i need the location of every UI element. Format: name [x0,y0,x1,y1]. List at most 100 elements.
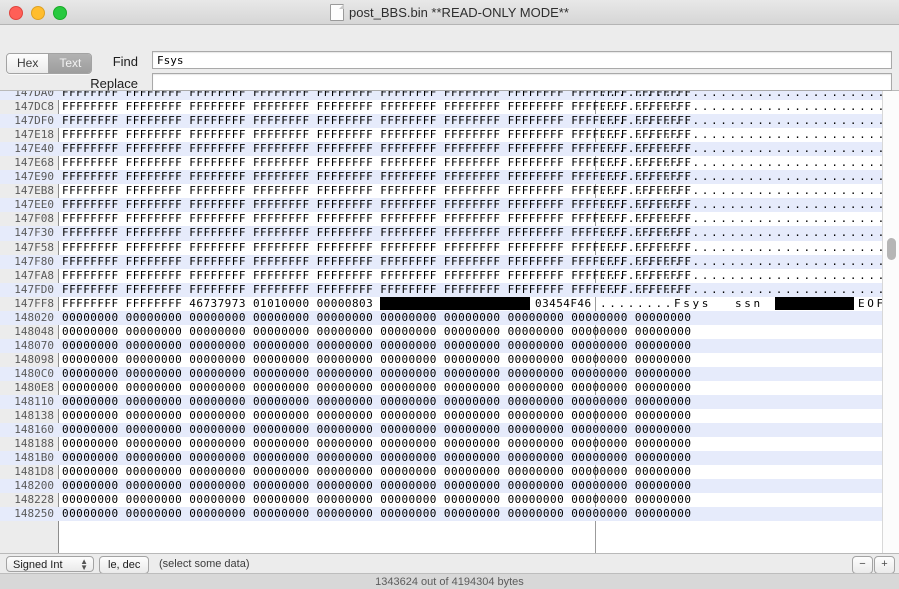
hex-row[interactable]: 147F80 FFFFFFFF FFFFFFFF FFFFFFFF FFFFFFF… [0,254,899,269]
hex-row[interactable]: 148188 00000000 00000000 00000000 0000000… [0,437,899,451]
hex-row[interactable]: 147E18 FFFFFFFF FFFFFFFF FFFFFFFF FFFFFFF… [0,128,899,142]
row-hex-bytes[interactable]: 00000000 00000000 00000000 00000000 0000… [62,507,691,521]
hex-row[interactable]: 1481D8 00000000 00000000 00000000 0000000… [0,465,899,479]
find-input[interactable]: Fsys [152,51,892,69]
row-ascii[interactable]: ........................................ [600,128,899,142]
row-hex-bytes[interactable]: 00000000 00000000 00000000 00000000 0000… [62,451,691,465]
row-hex-bytes[interactable]: FFFFFFFF FFFFFFFF FFFFFFFF FFFFFFFF FFFF… [62,114,691,128]
row-hex-bytes[interactable]: 00000000 00000000 00000000 00000000 0000… [62,493,691,507]
row-hex-bytes[interactable]: FFFFFFFF FFFFFFFF FFFFFFFF FFFFFFFF FFFF… [62,100,691,114]
hex-row[interactable]: 147FF8 FFFFFFFF FFFFFFFF 46737973 0101000… [0,297,899,311]
hex-row[interactable]: 147FD0 FFFFFFFF FFFFFFFF FFFFFFFF FFFFFFF… [0,282,899,297]
status-bar: 1343624 out of 4194304 bytes [0,573,899,589]
row-hex-bytes[interactable]: 00000000 00000000 00000000 00000000 0000… [62,395,691,409]
row-ascii[interactable]: ........................................ [600,114,899,128]
row-hex-bytes[interactable]: FFFFFFFF FFFFFFFF FFFFFFFF FFFFFFFF FFFF… [62,241,691,255]
row-hex-bytes[interactable]: 00000000 00000000 00000000 00000000 0000… [62,479,691,493]
row-ascii[interactable]: ........................................ [600,283,899,297]
row-hex-bytes[interactable]: 00000000 00000000 00000000 00000000 0000… [62,339,691,353]
hex-row[interactable]: 148110 00000000 00000000 00000000 0000000… [0,395,899,410]
hex-row[interactable]: 148138 00000000 00000000 00000000 0000000… [0,409,899,423]
row-ascii[interactable]: ........................................ [600,156,899,170]
hex-row[interactable]: 1480E8 00000000 00000000 00000000 0000000… [0,381,899,395]
row-hex-bytes[interactable]: 00000000 00000000 00000000 00000000 0000… [62,423,691,437]
row-offset: 147EB8 [14,184,54,198]
vertical-scrollbar[interactable] [882,91,899,553]
row-hex-bytes[interactable]: FFFFFFFF FFFFFFFF FFFFFFFF FFFFFFFF FFFF… [62,91,691,100]
hex-row[interactable]: 148098 00000000 00000000 00000000 0000000… [0,353,899,367]
hex-row[interactable]: 147DF0 FFFFFFFF FFFFFFFF FFFFFFFF FFFFFFF… [0,114,899,129]
hex-row[interactable]: 147FA8 FFFFFFFF FFFFFFFF FFFFFFFF FFFFFFF… [0,269,899,283]
hex-row-list[interactable]: 147DA0 FFFFFFFF FFFFFFFF FFFFFFFF FFFFFFF… [0,91,899,522]
hex-row[interactable]: 148200 00000000 00000000 00000000 0000000… [0,479,899,494]
hex-row[interactable]: 148048 00000000 00000000 00000000 0000000… [0,325,899,339]
row-hex-bytes[interactable]: FFFFFFFF FFFFFFFF FFFFFFFF FFFFFFFF FFFF… [62,226,691,240]
hex-row[interactable]: 147F08 FFFFFFFF FFFFFFFF FFFFFFFF FFFFFFF… [0,212,899,226]
row-offset: 148188 [14,437,54,451]
row-hex-bytes[interactable]: FFFFFFFF FFFFFFFF FFFFFFFF FFFFFFFF FFFF… [62,142,691,156]
hex-row[interactable]: 148250 00000000 00000000 00000000 0000000… [0,507,899,522]
row-ascii[interactable]: ........................................ [600,241,899,255]
row-hex-bytes[interactable]: FFFFFFFF FFFFFFFF FFFFFFFF FFFFFFFF FFFF… [62,283,691,297]
hex-row[interactable]: 147F30 FFFFFFFF FFFFFFFF FFFFFFFF FFFFFFF… [0,226,899,241]
hex-row[interactable]: 1481B0 00000000 00000000 00000000 0000000… [0,451,899,466]
row-ascii[interactable]: ........................................ [600,226,899,240]
row-hex-bytes[interactable]: 00000000 00000000 00000000 00000000 0000… [62,437,691,451]
row-offset: 147F30 [14,226,54,240]
data-type-select[interactable]: Signed Int ▲ ▼ [6,556,94,572]
row-ascii[interactable]: ........................................ [600,255,899,269]
row-hex-bytes[interactable]: FFFFFFFF FFFFFFFF FFFFFFFF FFFFFFFF FFFF… [62,255,691,269]
row-hex-tail[interactable]: 03454F46 [535,297,592,311]
row-ascii[interactable]: ........................................ [600,170,899,184]
hex-row[interactable]: 148160 00000000 00000000 00000000 0000000… [0,423,899,438]
hex-row[interactable]: 147EE0 FFFFFFFF FFFFFFFF FFFFFFFF FFFFFFF… [0,198,899,213]
title-bar: post_BBS.bin **READ-ONLY MODE** [0,0,899,25]
row-hex-bytes[interactable]: 00000000 00000000 00000000 00000000 0000… [62,409,691,423]
row-ascii[interactable]: ........Fsys [600,297,711,311]
hex-row[interactable]: 147EB8 FFFFFFFF FFFFFFFF FFFFFFFF FFFFFFF… [0,184,899,198]
row-hex-bytes[interactable]: FFFFFFFF FFFFFFFF FFFFFFFF FFFFFFFF FFFF… [62,156,691,170]
zoom-in-button[interactable]: + [874,556,895,574]
row-hex-bytes[interactable]: 00000000 00000000 00000000 00000000 0000… [62,325,691,339]
row-ascii[interactable]: ........................................ [600,212,899,226]
row-hex-bytes[interactable]: 00000000 00000000 00000000 00000000 0000… [62,311,691,325]
row-ascii[interactable]: ........................................ [600,198,899,212]
row-hex-bytes[interactable]: FFFFFFFF FFFFFFFF FFFFFFFF FFFFFFFF FFFF… [62,198,691,212]
row-hex-bytes[interactable]: FFFFFFFF FFFFFFFF FFFFFFFF FFFFFFFF FFFF… [62,269,691,283]
scrollbar-thumb[interactable] [887,238,896,260]
row-ascii[interactable]: ........................................ [600,269,899,283]
hex-row[interactable]: 148070 00000000 00000000 00000000 0000000… [0,338,899,353]
row-ascii[interactable]: ........................................ [600,142,899,156]
row-offset: 148138 [14,409,54,423]
hex-row[interactable]: 147DC8 FFFFFFFF FFFFFFFF FFFFFFFF FFFFFFF… [0,100,899,114]
row-offset: 147E90 [14,170,54,184]
row-hex-bytes[interactable]: FFFFFFFF FFFFFFFF FFFFFFFF FFFFFFFF FFFF… [62,212,691,226]
row-hex-bytes[interactable]: 00000000 00000000 00000000 00000000 0000… [62,353,691,367]
hex-row[interactable]: 148020 00000000 00000000 00000000 0000000… [0,310,899,325]
endianness-button[interactable]: le, dec [99,556,150,574]
row-ascii[interactable]: ........................................ [600,91,899,100]
redacted-hex-block [380,297,530,311]
hex-row[interactable]: 147DA0 FFFFFFFF FFFFFFFF FFFFFFFF FFFFFFF… [0,91,899,101]
row-ascii-mid[interactable]: ssn [735,297,763,311]
row-offset: 147FF8 [14,296,54,310]
hex-row[interactable]: 147E90 FFFFFFFF FFFFFFFF FFFFFFFF FFFFFFF… [0,170,899,185]
hex-view[interactable]: 147DA0 FFFFFFFF FFFFFFFF FFFFFFFF FFFFFFF… [0,91,899,553]
row-ascii[interactable]: ........................................ [600,100,899,114]
row-offset: 147F58 [14,240,54,254]
row-hex-bytes[interactable]: FFFFFFFF FFFFFFFF FFFFFFFF FFFFFFFF FFFF… [62,128,691,142]
row-hex-bytes[interactable]: 00000000 00000000 00000000 00000000 0000… [62,381,691,395]
zoom-out-button[interactable]: − [852,556,873,574]
row-offset: 1481B0 [14,451,54,465]
row-hex-bytes[interactable]: FFFFFFFF FFFFFFFF FFFFFFFF FFFFFFFF FFFF… [62,184,691,198]
replace-input[interactable] [152,73,892,91]
hex-row[interactable]: 147E68 FFFFFFFF FFFFFFFF FFFFFFFF FFFFFFF… [0,156,899,170]
row-ascii[interactable]: ........................................ [600,184,899,198]
hex-row[interactable]: 147F58 FFFFFFFF FFFFFFFF FFFFFFFF FFFFFFF… [0,241,899,255]
row-hex-bytes[interactable]: 00000000 00000000 00000000 00000000 0000… [62,367,691,381]
row-hex-bytes[interactable]: FFFFFFFF FFFFFFFF FFFFFFFF FFFFFFFF FFFF… [62,170,691,184]
hex-row[interactable]: 1480C0 00000000 00000000 00000000 0000000… [0,366,899,381]
hex-row[interactable]: 147E40 FFFFFFFF FFFFFFFF FFFFFFFF FFFFFFF… [0,142,899,157]
row-hex-bytes[interactable]: 00000000 00000000 00000000 00000000 0000… [62,465,691,479]
hex-row[interactable]: 148228 00000000 00000000 00000000 0000000… [0,493,899,507]
